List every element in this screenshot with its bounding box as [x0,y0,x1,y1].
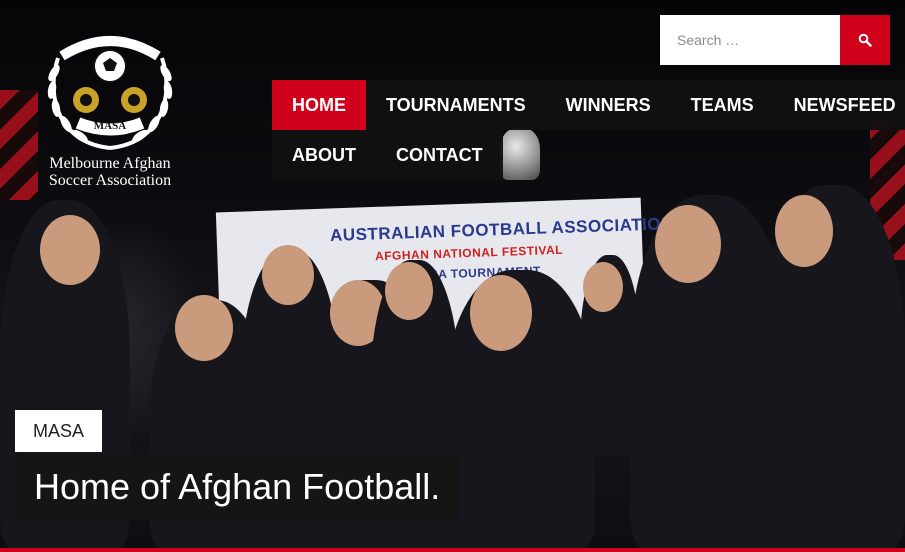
masa-crest-icon [47,36,173,150]
nav-row-1: HOME TOURNAMENTS WINNERS TEAMS NEWSFEED [272,80,905,130]
search-input[interactable] [675,31,825,49]
player-face [40,215,100,285]
logo-name-line-2: Soccer Association [48,172,172,189]
accent-bar [0,548,905,552]
nav-item-winners[interactable]: WINNERS [546,80,671,130]
player-face [470,275,532,351]
player-face [175,295,233,361]
search-box [660,15,840,65]
search-icon [858,33,872,47]
site-logo[interactable]: MASA Melbourne Afghan Soccer Association [30,28,190,198]
nav-item-tournaments[interactable]: TOURNAMENTS [366,80,546,130]
logo-badge-text: MASA [93,120,127,132]
nav-item-newsfeed[interactable]: NEWSFEED [774,80,905,130]
logo-name-line-1: Melbourne Afghan [49,155,171,172]
player-face [262,245,314,305]
nav-item-home[interactable]: HOME [272,80,366,130]
main-nav: HOME TOURNAMENTS WINNERS TEAMS NEWSFEED … [272,80,905,180]
nav-item-about[interactable]: ABOUT [272,130,376,180]
player-face [385,262,433,320]
player-face [583,262,623,312]
nav-item-contact[interactable]: CONTACT [376,130,503,180]
search-button[interactable] [840,15,890,65]
category-tag[interactable]: MASA [15,410,103,452]
player-face [655,205,721,283]
nav-item-teams[interactable]: TEAMS [671,80,774,130]
nav-row-2: ABOUT CONTACT [272,130,503,180]
hero-title[interactable]: Home of Afghan Football. [15,454,460,520]
player-face [775,195,833,267]
